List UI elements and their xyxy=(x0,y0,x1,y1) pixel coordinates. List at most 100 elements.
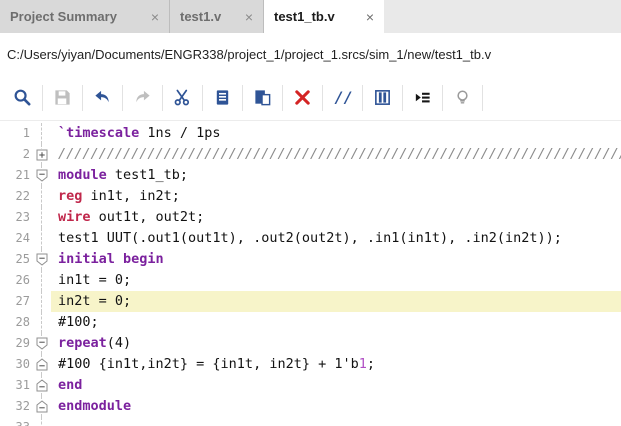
lightbulb-icon xyxy=(453,88,472,107)
token-plain: in1t = 0; xyxy=(58,272,131,288)
delete-button[interactable] xyxy=(283,82,322,114)
token-type: wire xyxy=(58,209,91,225)
token-keyword: initial begin xyxy=(58,251,164,267)
code-line[interactable]: 23 wire out1t, out2t; xyxy=(0,207,621,228)
token-plain: 1ns / 1ps xyxy=(139,125,220,141)
columns-icon xyxy=(373,88,392,107)
code-line[interactable]: 1 `timescale 1ns / 1ps xyxy=(0,123,621,144)
paste-icon xyxy=(253,88,272,107)
fold-guide xyxy=(33,312,51,333)
columns-button[interactable] xyxy=(363,82,402,114)
fold-collapse-icon[interactable] xyxy=(33,333,51,354)
token-plain: in2t = 0; xyxy=(58,293,131,309)
redo-button[interactable] xyxy=(123,82,162,114)
toggle-comment-icon: // xyxy=(333,88,353,107)
fold-guide xyxy=(33,186,51,207)
cut-button[interactable] xyxy=(163,82,202,114)
tab-bar: Project Summary × test1.v × test1_tb.v × xyxy=(0,0,621,33)
search-button[interactable] xyxy=(3,82,42,114)
tab-project-summary[interactable]: Project Summary × xyxy=(0,0,170,33)
line-number: 23 xyxy=(0,207,33,228)
token-type: reg xyxy=(58,188,82,204)
code-line[interactable]: 32 endmodule xyxy=(0,396,621,417)
line-number: 33 xyxy=(0,417,33,426)
line-number: 28 xyxy=(0,312,33,333)
file-path-bar: C:/Users/yiyan/Documents/ENGR338/project… xyxy=(0,33,621,75)
paste-button[interactable] xyxy=(243,82,282,114)
fold-collapse-icon[interactable] xyxy=(33,165,51,186)
code-line[interactable]: 2 ///////////////////////////////////////… xyxy=(0,144,621,165)
code-text: ////////////////////////////////////////… xyxy=(51,144,621,165)
token-comment: ////////////////////////////////////////… xyxy=(58,146,621,162)
code-text: wire out1t, out2t; xyxy=(51,207,621,228)
code-text: `timescale 1ns / 1ps xyxy=(51,123,621,144)
code-line[interactable]: 22reg in1t, in2t; xyxy=(0,186,621,207)
token-plain: test1_tb; xyxy=(107,167,188,183)
indent-button[interactable] xyxy=(403,82,442,114)
token-keyword: end xyxy=(58,377,82,393)
code-line[interactable]: 33 xyxy=(0,417,621,426)
line-number: 29 xyxy=(0,333,33,354)
close-icon[interactable]: × xyxy=(366,10,374,24)
undo-icon xyxy=(93,88,112,107)
code-line[interactable]: 30 #100 {in1t,in2t} = {in1t, in2t} + 1'b1… xyxy=(0,354,621,375)
code-text: test1 UUT(.out1(out1t), .out2(out2t), .i… xyxy=(51,228,621,249)
fold-guide xyxy=(33,417,51,426)
cut-icon xyxy=(173,88,192,107)
fold-collapse-icon[interactable] xyxy=(33,375,51,396)
line-number: 32 xyxy=(0,396,33,417)
code-line[interactable]: 21 module test1_tb; xyxy=(0,165,621,186)
tab-label: Project Summary xyxy=(10,9,117,24)
line-number: 24 xyxy=(0,228,33,249)
fold-collapse-icon[interactable] xyxy=(33,249,51,270)
code-text: module test1_tb; xyxy=(51,165,621,186)
code-text: reg in1t, in2t; xyxy=(51,186,621,207)
token-keyword: endmodule xyxy=(58,398,131,414)
tab-label: test1_tb.v xyxy=(274,9,335,24)
svg-text://: // xyxy=(334,89,352,107)
search-icon xyxy=(13,88,32,107)
close-icon[interactable]: × xyxy=(245,10,253,24)
fold-expand-icon[interactable] xyxy=(33,144,51,165)
tab-label: test1.v xyxy=(180,9,221,24)
line-number: 2 xyxy=(0,144,33,165)
token-keyword: module xyxy=(58,167,107,183)
code-editor-window: Project Summary × test1.v × test1_tb.v ×… xyxy=(0,0,621,426)
fold-guide xyxy=(33,123,51,144)
tab-test1-tb-v[interactable]: test1_tb.v × xyxy=(264,0,384,33)
code-line[interactable]: 24 test1 UUT(.out1(out1t), .out2(out2t), … xyxy=(0,228,621,249)
lightbulb-button[interactable] xyxy=(443,82,482,114)
line-number: 1 xyxy=(0,123,33,144)
code-line[interactable]: 27in2t = 0; xyxy=(0,291,621,312)
token-plain: test1 UUT(.out1(out1t), .out2(out2t), .i… xyxy=(58,230,562,246)
token-plain: #100; xyxy=(58,314,99,330)
code-line[interactable]: 25initial begin xyxy=(0,249,621,270)
toggle-comment-button[interactable]: // xyxy=(323,82,362,114)
toolbar-separator xyxy=(482,85,483,111)
fold-collapse-icon[interactable] xyxy=(33,396,51,417)
code-line[interactable]: 31 end xyxy=(0,375,621,396)
file-path: C:/Users/yiyan/Documents/ENGR338/project… xyxy=(7,47,491,62)
fold-guide xyxy=(33,270,51,291)
copy-button[interactable] xyxy=(203,82,242,114)
code-area[interactable]: 1 `timescale 1ns / 1ps 2 //////////////////… xyxy=(0,121,621,426)
line-number: 21 xyxy=(0,165,33,186)
editor-toolbar: // xyxy=(0,75,621,121)
tab-test1-v[interactable]: test1.v × xyxy=(170,0,264,33)
token-plain: out1t, out2t; xyxy=(91,209,205,225)
close-icon[interactable]: × xyxy=(151,10,159,24)
undo-button[interactable] xyxy=(83,82,122,114)
line-number: 31 xyxy=(0,375,33,396)
token-plain: #100 {in1t,in2t} = {in1t, in2t} + 1'b xyxy=(58,356,359,372)
code-line[interactable]: 29repeat(4) xyxy=(0,333,621,354)
code-text: #100 {in1t,in2t} = {in1t, in2t} + 1'b1; xyxy=(51,354,621,375)
code-line[interactable]: 26in1t = 0; xyxy=(0,270,621,291)
line-number: 30 xyxy=(0,354,33,375)
save-button[interactable] xyxy=(43,82,82,114)
token-keyword: repeat xyxy=(58,335,107,351)
save-icon xyxy=(53,88,72,107)
fold-collapse-icon[interactable] xyxy=(33,354,51,375)
token-plain: in1t, in2t; xyxy=(82,188,180,204)
code-line[interactable]: 28 #100; xyxy=(0,312,621,333)
fold-guide xyxy=(33,228,51,249)
